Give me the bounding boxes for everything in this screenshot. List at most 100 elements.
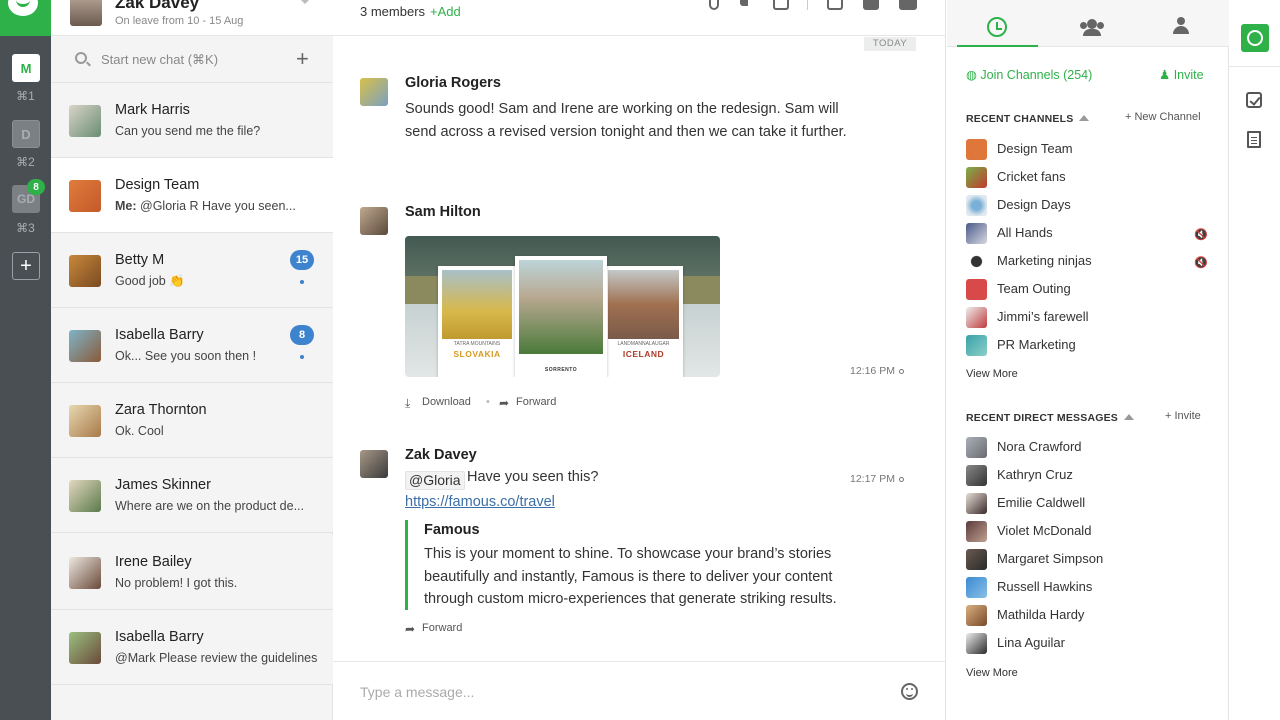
- dm-name: Emilie Caldwell: [997, 495, 1086, 510]
- add-member-link[interactable]: +Add: [430, 4, 461, 19]
- dm-name: Violet McDonald: [997, 523, 1092, 538]
- avatar: [360, 207, 388, 235]
- side-panel: ◍ Join Channels (254) ♟ Invite RECENT CH…: [947, 0, 1229, 720]
- panel-tabs: [947, 0, 1229, 47]
- read-status-icon: [899, 477, 904, 482]
- dm-item[interactable]: Mathilda Hardy: [966, 605, 1211, 627]
- avatar: [966, 437, 987, 458]
- channel-item[interactable]: Design Team: [966, 139, 1211, 161]
- tab-groups[interactable]: [1038, 0, 1119, 47]
- recent-channels-heading[interactable]: RECENT CHANNELS: [966, 113, 1090, 125]
- channel-avatar: [966, 139, 987, 160]
- chat-logo-icon: [8, 0, 38, 16]
- history-icon[interactable]: [1241, 24, 1269, 52]
- forward-button[interactable]: ➦ Forward: [499, 396, 556, 409]
- avatar: [69, 105, 101, 137]
- link-preview[interactable]: Famous This is your moment to shine. To …: [405, 520, 855, 610]
- new-channel-button[interactable]: + New Channel: [1125, 111, 1201, 123]
- message-input[interactable]: [360, 681, 860, 703]
- chat-preview: Ok. Cool: [115, 424, 164, 438]
- group-icon: [1080, 19, 1104, 36]
- chat-item[interactable]: Isabella Barry Ok... See you soon then !…: [51, 308, 333, 383]
- workspace-d-button[interactable]: D: [12, 120, 40, 148]
- poster-image: [442, 270, 512, 339]
- view-more-channels-link[interactable]: View More: [966, 368, 1018, 380]
- forward-icon: ➦: [405, 622, 416, 636]
- dm-item[interactable]: Violet McDonald: [966, 521, 1211, 543]
- chat-preview: Can you send me the file?: [115, 124, 261, 138]
- avatar: [69, 480, 101, 512]
- chat-preview: Good job 👏: [115, 274, 185, 288]
- download-button[interactable]: ⤓ Download: [405, 396, 471, 409]
- chat-name: Zara Thornton: [115, 402, 207, 418]
- image-attachment[interactable]: TATRA MOUNTAINS SLOVAKIA SORRENTO LANDMA…: [405, 236, 720, 377]
- chat-item[interactable]: Isabella Barry @Mark Please review the g…: [51, 610, 333, 685]
- attachment-icon[interactable]: [709, 0, 719, 10]
- chat-item[interactable]: Irene Bailey No problem! I got this.: [51, 535, 333, 610]
- members-count[interactable]: 3 members: [360, 4, 425, 19]
- tab-contacts[interactable]: [1129, 0, 1210, 47]
- announce-icon[interactable]: [740, 0, 750, 6]
- tab-recent[interactable]: [957, 0, 1038, 47]
- chat-name: Irene Bailey: [115, 554, 192, 570]
- tools-divider: [1229, 66, 1280, 67]
- avatar: [966, 549, 987, 570]
- channel-item[interactable]: PR Marketing: [966, 335, 1211, 357]
- email-icon[interactable]: [863, 0, 879, 10]
- chat-item[interactable]: Zara Thornton Ok. Cool: [51, 383, 333, 458]
- task-icon[interactable]: [827, 0, 843, 10]
- toolbar-divider: [807, 0, 808, 10]
- chat-preview-prefix: Me:: [115, 199, 137, 213]
- collapse-caret-icon: [1124, 414, 1134, 420]
- dm-item[interactable]: Nora Crawford: [966, 437, 1211, 459]
- new-chat-plus-icon[interactable]: +: [296, 48, 309, 70]
- channel-item[interactable]: Cricket fans: [966, 167, 1211, 189]
- invite-dm-button[interactable]: + Invite: [1165, 410, 1201, 422]
- avatar: [69, 255, 101, 287]
- channel-name: Design Days: [997, 197, 1071, 212]
- mute-icon[interactable]: 🔇: [1194, 228, 1208, 241]
- chat-item[interactable]: Design Team Me: @Gloria R Have you seen.…: [51, 158, 333, 233]
- dm-item[interactable]: Lina Aguilar: [966, 633, 1211, 655]
- notes-icon[interactable]: [1247, 131, 1261, 148]
- avatar: [966, 493, 987, 514]
- dm-item[interactable]: Margaret Simpson: [966, 549, 1211, 571]
- chevron-down-icon[interactable]: [299, 0, 311, 4]
- avatar: [69, 405, 101, 437]
- current-user-header[interactable]: Zak Davey On leave from 10 - 15 Aug: [51, 0, 333, 36]
- poster-subtitle: LANDMANNALAUGAR: [617, 341, 670, 347]
- video-icon[interactable]: [899, 0, 917, 10]
- search-input[interactable]: [101, 49, 281, 69]
- mute-icon[interactable]: 🔇: [1194, 256, 1208, 269]
- channel-item[interactable]: Jimmi’s farewell: [966, 307, 1211, 329]
- dm-item[interactable]: Russell Hawkins: [966, 577, 1211, 599]
- emoji-icon[interactable]: [901, 683, 918, 700]
- poster-subtitle: TATRA MOUNTAINS: [453, 341, 501, 347]
- user-status: On leave from 10 - 15 Aug: [115, 15, 244, 27]
- recent-dm-heading[interactable]: RECENT DIRECT MESSAGES: [966, 412, 1134, 424]
- join-channels-link[interactable]: ◍ Join Channels (254): [966, 67, 1092, 82]
- channel-avatar: [966, 279, 987, 300]
- chat-item[interactable]: Mark Harris Can you send me the file?: [51, 83, 333, 158]
- dm-item[interactable]: Kathryn Cruz: [966, 465, 1211, 487]
- avatar: [69, 632, 101, 664]
- view-more-dm-link[interactable]: View More: [966, 667, 1018, 679]
- forward-icon: ➦: [499, 396, 510, 410]
- chat-item[interactable]: James Skinner Where are we on the produc…: [51, 458, 333, 533]
- mention-chip[interactable]: @Gloria: [405, 471, 465, 490]
- forward-button[interactable]: ➦ Forward: [405, 622, 462, 635]
- invite-link[interactable]: ♟ Invite: [1159, 67, 1204, 82]
- channel-name: Team Outing: [997, 281, 1071, 296]
- channel-item[interactable]: Team Outing: [966, 279, 1211, 301]
- add-workspace-button[interactable]: +: [12, 252, 40, 280]
- tasks-icon[interactable]: [1246, 92, 1262, 108]
- workspace-m-button[interactable]: M: [12, 54, 40, 82]
- share-icon[interactable]: [773, 0, 789, 10]
- channel-item[interactable]: Marketing ninjas 🔇: [966, 251, 1211, 273]
- channel-item[interactable]: Design Days: [966, 195, 1211, 217]
- poster-title: SLOVAKIA: [453, 349, 501, 359]
- chat-item[interactable]: Betty M Good job 👏 15: [51, 233, 333, 308]
- message-link[interactable]: https://famous.co/travel: [405, 494, 555, 510]
- channel-item[interactable]: All Hands 🔇: [966, 223, 1211, 245]
- dm-item[interactable]: Emilie Caldwell: [966, 493, 1211, 515]
